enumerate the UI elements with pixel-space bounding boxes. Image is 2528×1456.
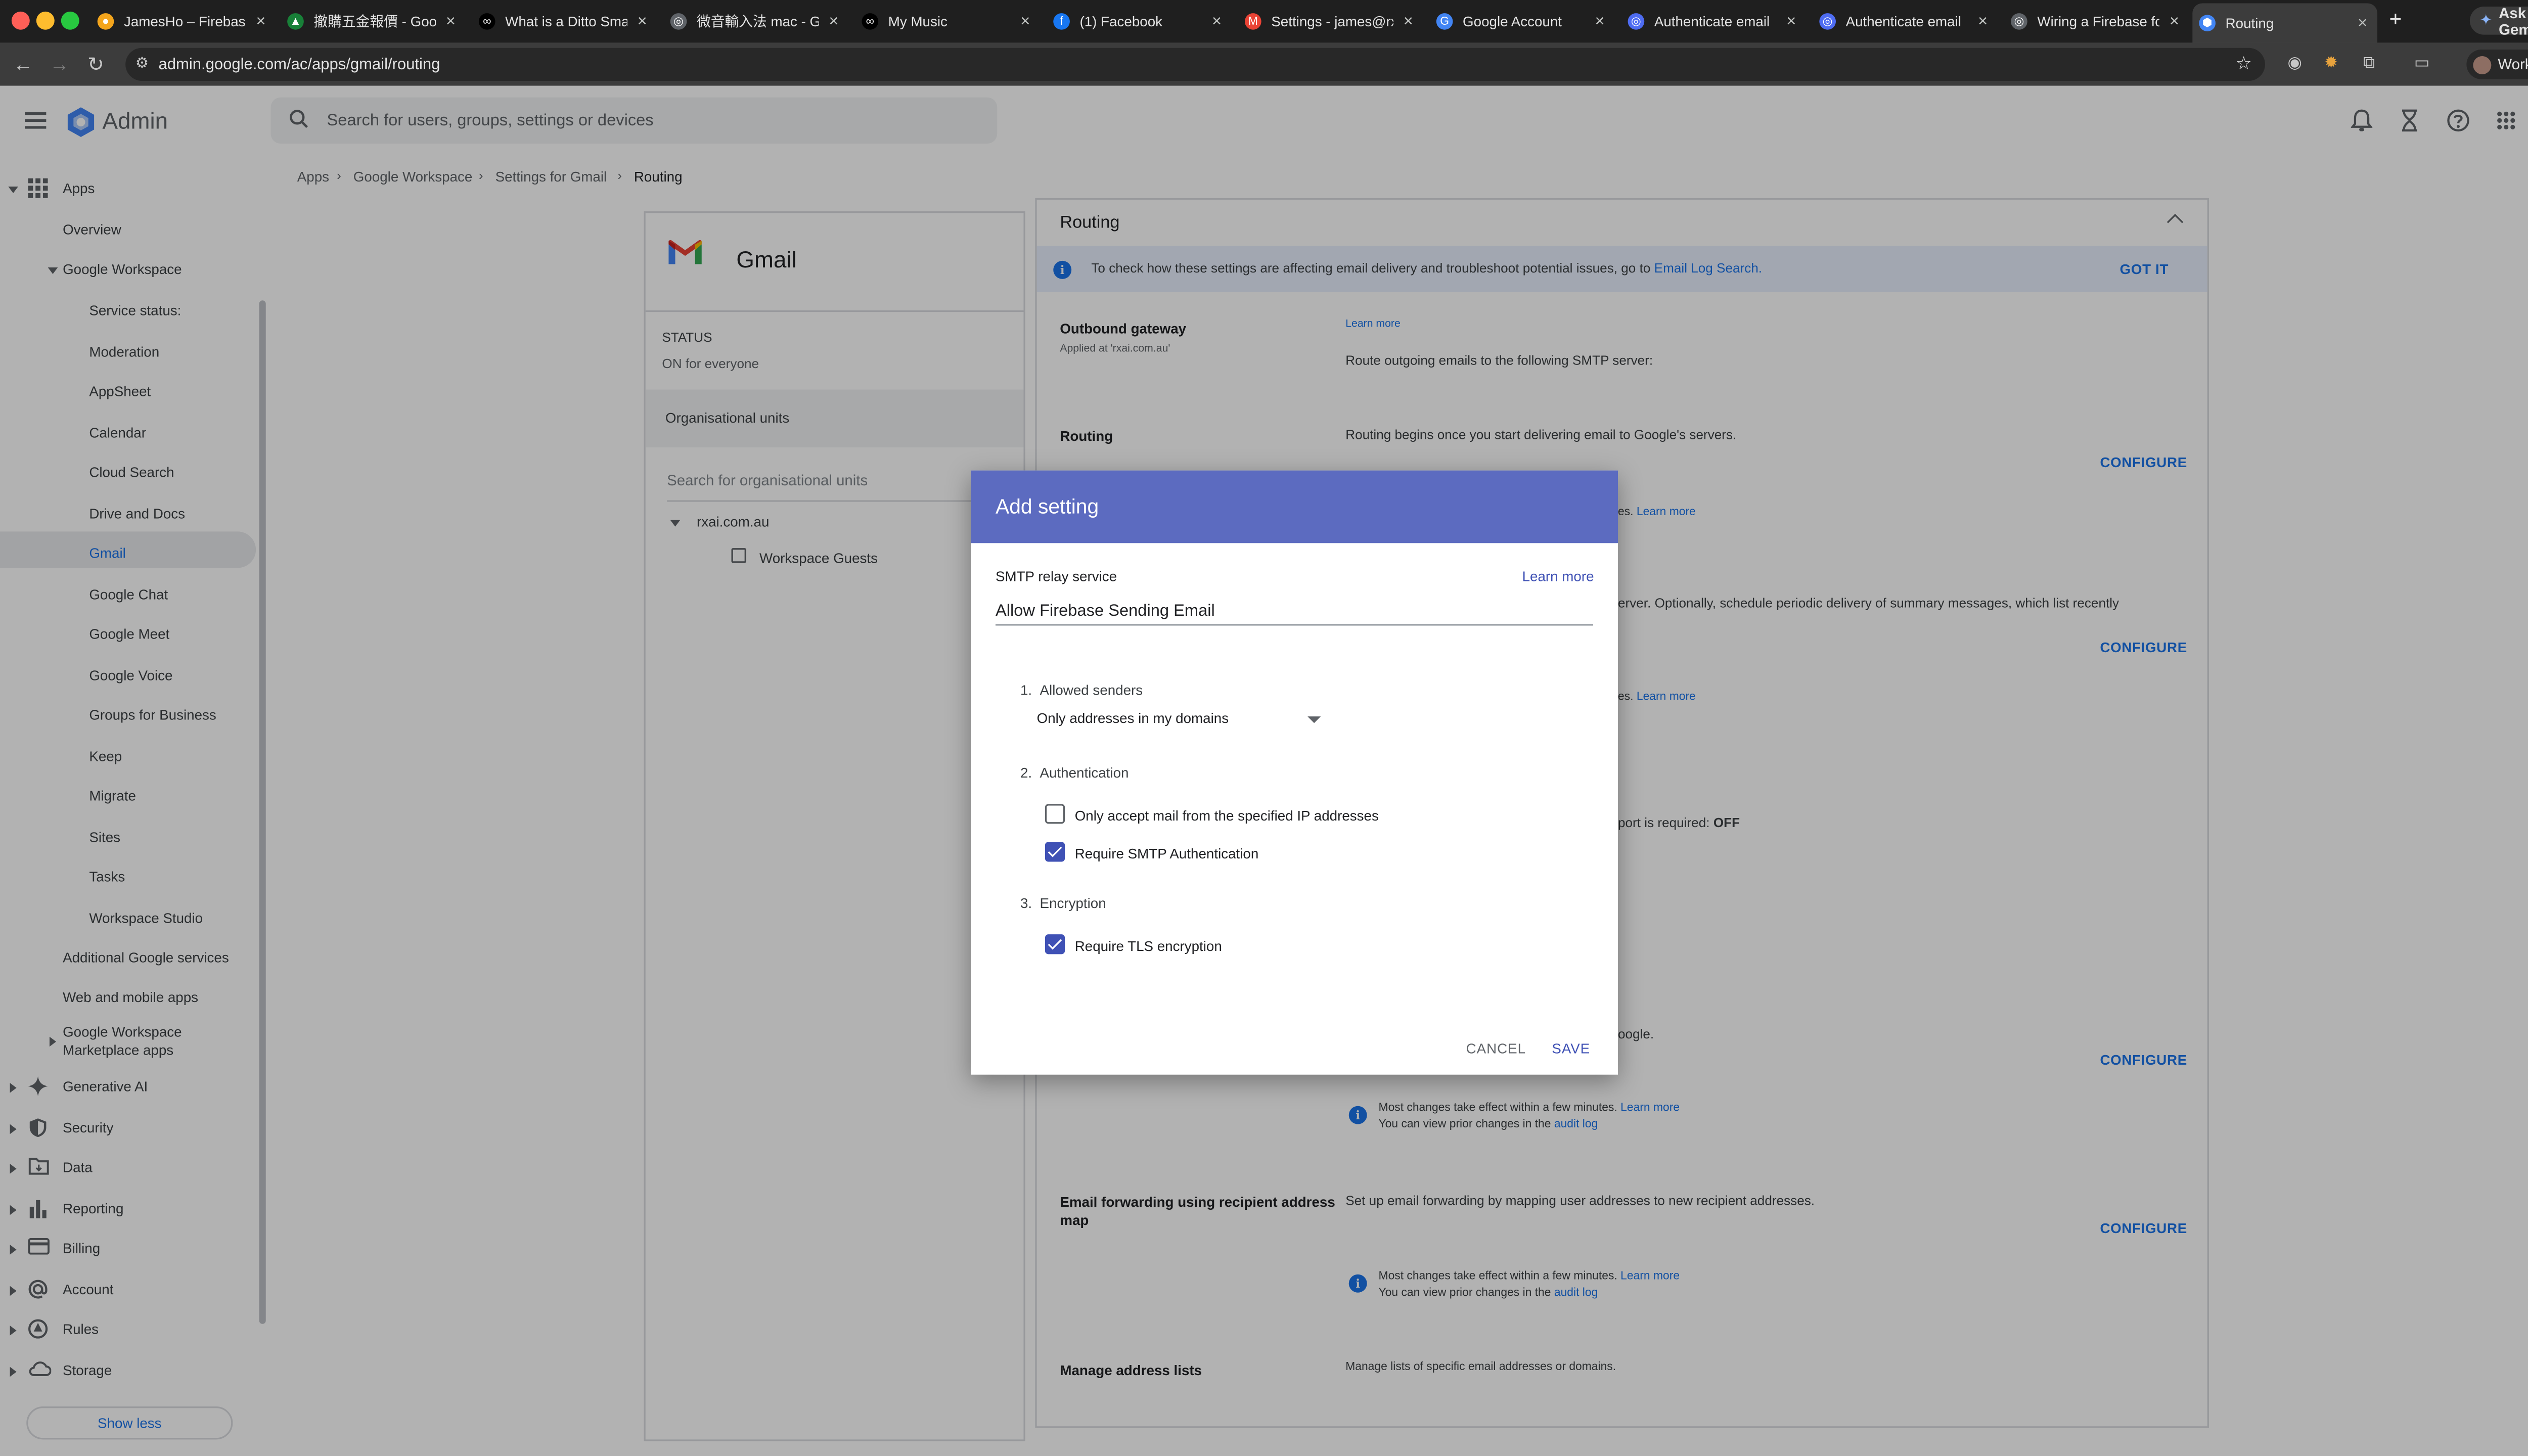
tab-title: (1) Facebook: [1079, 13, 1163, 30]
ask-gemini-label: Ask Gemini: [2499, 4, 2528, 37]
tab-close-icon[interactable]: ×: [2354, 14, 2371, 32]
browser-tab[interactable]: ◎ 微音輸入法 mac - Go ×: [664, 7, 849, 36]
tab-title: Authenticate email: [1654, 13, 1770, 30]
side-panel-icon[interactable]: ▭: [2410, 53, 2433, 76]
reload-icon[interactable]: ↻: [84, 53, 108, 76]
tab-close-icon[interactable]: ×: [1592, 12, 1608, 30]
profile-avatar-icon: [2473, 55, 2492, 74]
tab-close-icon[interactable]: ×: [2166, 12, 2183, 30]
profile-label: Work: [2498, 56, 2528, 73]
setting-name-input[interactable]: Allow Firebase Sending Email: [995, 603, 1594, 626]
tls-checkbox[interactable]: [1045, 934, 1065, 954]
tab-favicon-icon: M: [1245, 13, 1261, 30]
browser-tab[interactable]: G Google Account ×: [1430, 7, 1615, 36]
ask-gemini-button[interactable]: ✦ Ask Gemini: [2469, 4, 2528, 37]
tab-close-icon[interactable]: ×: [1400, 12, 1417, 30]
section-encryption: 3. Encryption: [1020, 894, 1106, 912]
forward-arrow-icon[interactable]: →: [48, 53, 71, 76]
tab-title: 微音輸入法 mac - Go: [696, 13, 819, 30]
extension-icon[interactable]: ◉: [2283, 53, 2307, 76]
tab-favicon-icon: f: [1053, 13, 1070, 30]
tab-favicon-icon: ◎: [1628, 13, 1645, 30]
browser-tab[interactable]: ◎ Authenticate email ×: [1813, 7, 1998, 36]
tab-title: My Music: [888, 13, 947, 30]
tab-favicon-icon: ∞: [478, 13, 495, 30]
browser-tab[interactable]: f (1) Facebook ×: [1047, 7, 1232, 36]
tls-checkbox-label[interactable]: Require TLS encryption: [1075, 938, 1222, 954]
extensions-puzzle-icon[interactable]: ⧉: [2358, 53, 2381, 76]
tab-favicon-icon: G: [1436, 13, 1453, 30]
address-bar[interactable]: ⚙ admin.google.com/ac/apps/gmail/routing…: [125, 48, 2265, 81]
browser-tab[interactable]: M Settings - james@rx ×: [1238, 7, 1423, 36]
browser-tab[interactable]: ▲ 撤購五金報價 - Goog ×: [281, 7, 466, 36]
screen: ● JamesHo – Firebase × ▲ 撤購五金報價 - Goog × ∞ What…: [0, 0, 2528, 1456]
browser-tab[interactable]: ◎ Authenticate email ×: [1621, 7, 1807, 36]
smtp-relay-label: SMTP relay service: [995, 568, 1117, 584]
browser-tab[interactable]: ● JamesHo – Firebase ×: [91, 7, 276, 36]
browser-toolbar: ← → ↻ ⚙ admin.google.com/ac/apps/gmail/r…: [0, 42, 2528, 86]
tab-favicon-icon: ◎: [670, 13, 687, 30]
close-window-button[interactable]: [11, 11, 30, 30]
ip-address-checkbox-label[interactable]: Only accept mail from the specified IP a…: [1075, 807, 1379, 824]
tab-title: Wiring a Firebase fo: [2037, 13, 2160, 30]
tab-favicon-icon: ●: [97, 13, 114, 30]
tab-title: JamesHo – Firebase: [123, 13, 246, 30]
tab-title: Routing: [2225, 15, 2274, 32]
tab-close-icon[interactable]: ×: [1208, 12, 1225, 30]
bookmark-star-icon[interactable]: ☆: [2236, 53, 2252, 74]
tab-title: 撤購五金報價 - Goog: [313, 13, 436, 30]
save-button[interactable]: SAVE: [1552, 1040, 1590, 1057]
smtp-auth-checkbox-label[interactable]: Require SMTP Authentication: [1075, 845, 1259, 862]
section-authentication: 2. Authentication: [1020, 764, 1129, 781]
site-info-icon[interactable]: ⚙: [136, 55, 149, 73]
tab-close-icon[interactable]: ×: [826, 12, 842, 30]
tab-close-icon[interactable]: ×: [1017, 12, 1033, 30]
tab-close-icon[interactable]: ×: [1974, 12, 1991, 30]
tab-close-icon[interactable]: ×: [253, 12, 269, 30]
cancel-button[interactable]: CANCEL: [1466, 1040, 1526, 1057]
tab-close-icon[interactable]: ×: [634, 12, 651, 30]
tab-favicon-icon: ⬢: [2199, 15, 2216, 32]
browser-tab[interactable]: ◎ Wiring a Firebase fo ×: [2004, 7, 2189, 36]
add-setting-dialog: Add setting SMTP relay service Learn mor…: [970, 470, 1618, 1075]
dropdown-arrow-icon: [1307, 716, 1321, 723]
section-title: Allowed senders: [1040, 681, 1143, 699]
section-title: Authentication: [1040, 764, 1129, 781]
tab-close-icon[interactable]: ×: [1783, 12, 1800, 30]
tab-title: Settings - james@rx: [1271, 13, 1393, 30]
dialog-learn-more-link[interactable]: Learn more: [1522, 568, 1594, 584]
tab-title: Google Account: [1463, 13, 1562, 30]
tab-favicon-icon: ∞: [862, 13, 879, 30]
smtp-auth-checkbox[interactable]: [1045, 842, 1065, 862]
select-value: Only addresses in my domains: [1036, 710, 1229, 726]
tab-favicon-icon: ▲: [287, 13, 304, 30]
profile-button[interactable]: Work: [2466, 49, 2528, 79]
minimize-window-button[interactable]: [36, 11, 55, 30]
gemini-icon: ✦: [2479, 11, 2493, 28]
extension-sun-icon[interactable]: ✹: [2320, 53, 2343, 76]
new-tab-button[interactable]: +: [2384, 8, 2407, 31]
browser-tab[interactable]: ∞ My Music ×: [855, 7, 1040, 36]
url-text: admin.google.com/ac/apps/gmail/routing: [158, 55, 440, 74]
dialog-title: Add setting: [970, 470, 1618, 543]
section-title: Encryption: [1040, 894, 1106, 912]
tab-favicon-icon: ◎: [1819, 13, 1836, 30]
tab-title: Authenticate email: [1845, 13, 1961, 30]
zoom-window-button[interactable]: [61, 11, 79, 30]
ip-address-checkbox[interactable]: [1045, 804, 1065, 824]
allowed-senders-select[interactable]: Only addresses in my domains: [1037, 710, 1321, 736]
tab-title: What is a Ditto Smar: [505, 13, 627, 30]
browser-tab[interactable]: ⬢ Routing ×: [2192, 3, 2378, 43]
browser-tab-bar: ● JamesHo – Firebase × ▲ 撤購五金報價 - Goog × ∞ What…: [0, 0, 2528, 43]
browser-tab[interactable]: ∞ What is a Ditto Smar ×: [472, 7, 657, 36]
tab-favicon-icon: ◎: [2011, 13, 2027, 30]
section-allowed-senders: 1. Allowed senders: [1020, 681, 1143, 699]
back-arrow-icon[interactable]: ←: [12, 53, 35, 76]
tab-close-icon[interactable]: ×: [442, 12, 459, 30]
